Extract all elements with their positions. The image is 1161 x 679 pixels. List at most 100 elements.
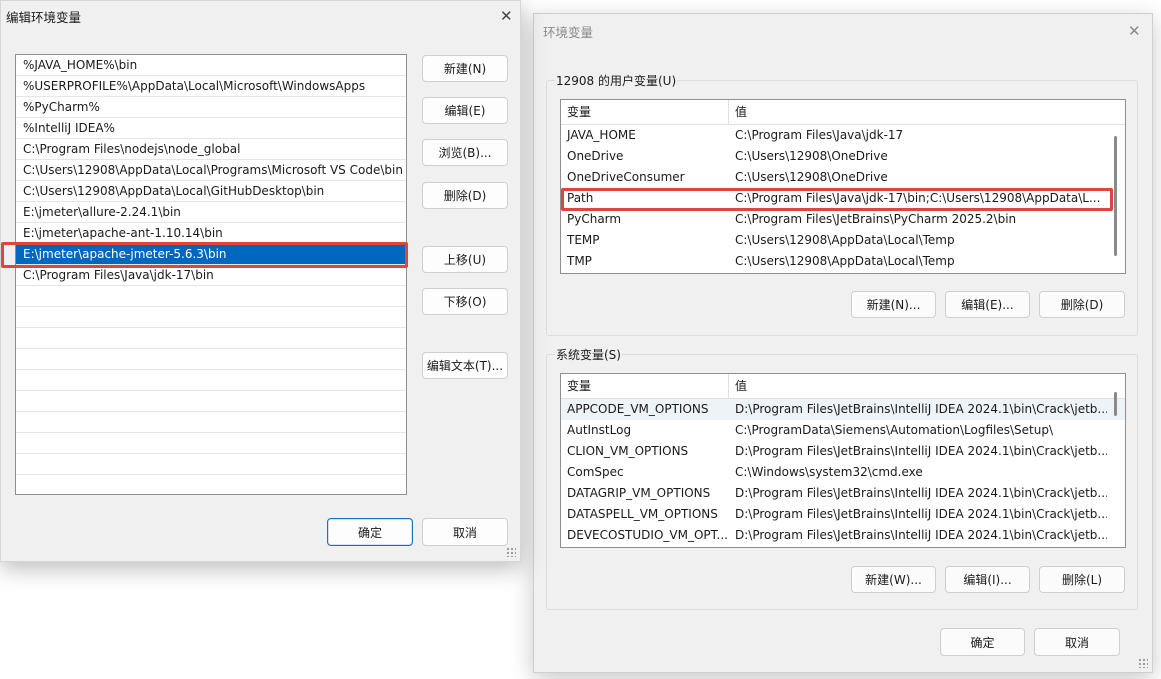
ok-button[interactable]: 确定	[940, 628, 1025, 656]
resize-grip-icon[interactable]	[506, 547, 516, 557]
close-icon[interactable]: ✕	[1128, 24, 1141, 39]
list-item[interactable]: %USERPROFILE%\AppData\Local\Microsoft\Wi…	[16, 76, 406, 97]
column-header-name[interactable]: 变量	[561, 100, 729, 124]
var-value-cell: C:\Users\12908\AppData\Local\Temp	[735, 254, 955, 268]
ok-button[interactable]: 确定	[327, 518, 413, 546]
var-name-cell: DATASPELL_VM_OPTIONS	[567, 507, 718, 521]
column-header-value[interactable]: 值	[729, 100, 747, 124]
table-row[interactable]: DEVECOSTUDIO_VM_OPT... D:\Program Files\J…	[561, 525, 1125, 546]
user-edit-button[interactable]: 编辑(E)...	[945, 291, 1030, 318]
var-name-cell: OneDrive	[567, 149, 624, 163]
table-header: 变量 值	[561, 374, 1125, 399]
var-name-cell: AutInstLog	[567, 423, 632, 437]
var-name-cell: DATAGRIP_VM_OPTIONS	[567, 486, 711, 500]
var-value-cell: D:\Program Files\JetBrains\IntelliJ IDEA…	[735, 528, 1107, 542]
list-item[interactable]	[16, 286, 406, 307]
var-value-cell: C:\Program Files\Java\jdk-17	[735, 128, 904, 142]
var-value-cell: C:\Users\12908\OneDrive	[735, 149, 888, 163]
var-name-cell: CLION_VM_OPTIONS	[567, 444, 689, 458]
scrollbar[interactable]	[1114, 136, 1117, 256]
table-row[interactable]: ComSpec C:\Windows\system32\cmd.exe	[561, 462, 1125, 483]
user-delete-button[interactable]: 删除(D)	[1039, 291, 1125, 318]
edit-text-button[interactable]: 编辑文本(T)...	[422, 352, 508, 379]
table-row[interactable]: PyCharm C:\Program Files\JetBrains\PyChar…	[561, 209, 1125, 230]
var-name-cell: TEMP	[567, 233, 600, 247]
table-row[interactable]: DATASPELL_VM_OPTIONS D:\Program Files\Jet…	[561, 504, 1125, 525]
list-item[interactable]	[16, 433, 406, 454]
table-row[interactable]: DATAGRIP_VM_OPTIONS D:\Program Files\JetB…	[561, 483, 1125, 504]
table-row[interactable]: OneDriveConsumer C:\Users\12908\OneDrive	[561, 167, 1125, 188]
system-edit-button[interactable]: 编辑(I)...	[945, 566, 1030, 593]
table-row[interactable]: Path C:\Program Files\Java\jdk-17\bin;C:\…	[561, 188, 1125, 209]
browse-button[interactable]: 浏览(B)...	[422, 139, 508, 166]
system-delete-button[interactable]: 删除(L)	[1039, 566, 1125, 593]
dialog-title: 环境变量	[543, 25, 594, 40]
var-name-cell: PyCharm	[567, 212, 622, 226]
move-up-button[interactable]: 上移(U)	[422, 246, 508, 273]
table-row[interactable]: JAVA_HOME C:\Program Files\Java\jdk-17	[561, 125, 1125, 146]
list-item[interactable]: C:\Program Files\nodejs\node_global	[16, 139, 406, 160]
list-item[interactable]	[16, 412, 406, 433]
var-value-cell: C:\ProgramData\Siemens\Automation\Logfil…	[735, 423, 1054, 437]
close-icon[interactable]: ✕	[500, 9, 513, 24]
list-item[interactable]: %JAVA_HOME%\bin	[16, 55, 406, 76]
var-name-cell: TMP	[567, 254, 592, 268]
edit-button[interactable]: 编辑(E)	[422, 97, 508, 124]
move-down-button[interactable]: 下移(O)	[422, 288, 508, 315]
list-item[interactable]	[16, 328, 406, 349]
table-row[interactable]: APPCODE_VM_OPTIONS D:\Program Files\JetBr…	[561, 399, 1125, 420]
table-row[interactable]: AutInstLog C:\ProgramData\Siemens\Automat…	[561, 420, 1125, 441]
cancel-button[interactable]: 取消	[422, 518, 508, 546]
list-item[interactable]: E:\jmeter\apache-ant-1.10.14\bin	[16, 223, 406, 244]
cancel-button[interactable]: 取消	[1034, 628, 1120, 656]
table-header: 变量 值	[561, 100, 1125, 125]
table-row[interactable]: OneDrive C:\Users\12908\OneDrive	[561, 146, 1125, 167]
list-item[interactable]	[16, 370, 406, 391]
var-value-cell: C:\Users\12908\AppData\Local\Temp	[735, 233, 955, 247]
list-item[interactable]: E:\jmeter\apache-jmeter-5.6.3\bin	[16, 244, 406, 265]
var-value-cell: D:\Program Files\JetBrains\IntelliJ IDEA…	[735, 507, 1107, 521]
table-row[interactable]: TEMP C:\Users\12908\AppData\Local\Temp	[561, 230, 1125, 251]
list-item[interactable]: E:\jmeter\allure-2.24.1\bin	[16, 202, 406, 223]
var-name-cell: Path	[567, 191, 594, 205]
list-item[interactable]	[16, 454, 406, 475]
column-header-value[interactable]: 值	[729, 374, 747, 398]
dialog-title: 编辑环境变量	[6, 10, 82, 25]
var-name-cell: DEVECOSTUDIO_VM_OPT...	[567, 528, 728, 542]
list-item[interactable]	[16, 307, 406, 328]
user-new-button[interactable]: 新建(N)...	[851, 291, 936, 318]
var-value-cell: C:\Users\12908\OneDrive	[735, 170, 888, 184]
var-name-cell: ComSpec	[567, 465, 624, 479]
var-value-cell: D:\Program Files\JetBrains\IntelliJ IDEA…	[735, 402, 1107, 416]
column-header-name[interactable]: 变量	[561, 374, 729, 398]
table-row[interactable]: CLION_VM_OPTIONS D:\Program Files\JetBrai…	[561, 441, 1125, 462]
var-value-cell: C:\Program Files\Java\jdk-17\bin;C:\User…	[735, 191, 1101, 205]
list-item[interactable]: %IntelliJ IDEA%	[16, 118, 406, 139]
list-item[interactable]: C:\Users\12908\AppData\Local\Programs\Mi…	[16, 160, 406, 181]
list-item[interactable]: %PyCharm%	[16, 97, 406, 118]
list-item[interactable]: C:\Program Files\Java\jdk-17\bin	[16, 265, 406, 286]
user-vars-table[interactable]: 变量 值 JAVA_HOME C:\Program Files\Java\jdk-…	[560, 99, 1126, 274]
list-item[interactable]	[16, 391, 406, 412]
var-name-cell: APPCODE_VM_OPTIONS	[567, 402, 709, 416]
new-button[interactable]: 新建(N)	[422, 55, 508, 82]
system-vars-label: 系统变量(S)	[555, 346, 622, 363]
delete-button[interactable]: 删除(D)	[422, 182, 508, 209]
scrollbar[interactable]	[1114, 392, 1117, 416]
edit-env-var-dialog: 编辑环境变量 ✕ %JAVA_HOME%\bin %USERPROFILE%\Ap…	[0, 0, 521, 562]
table-row[interactable]: TMP C:\Users\12908\AppData\Local\Temp	[561, 251, 1125, 272]
resize-grip-icon[interactable]	[1138, 658, 1148, 668]
var-name-cell: OneDriveConsumer	[567, 170, 685, 184]
system-new-button[interactable]: 新建(W)...	[851, 566, 936, 593]
var-value-cell: D:\Program Files\JetBrains\IntelliJ IDEA…	[735, 444, 1107, 458]
var-name-cell: JAVA_HOME	[567, 128, 636, 142]
user-vars-label: 12908 的用户变量(U)	[555, 72, 678, 89]
list-item[interactable]	[16, 349, 406, 370]
var-value-cell: C:\Windows\system32\cmd.exe	[735, 465, 923, 479]
list-item[interactable]: C:\Users\12908\AppData\Local\GitHubDeskt…	[16, 181, 406, 202]
path-list[interactable]: %JAVA_HOME%\bin %USERPROFILE%\AppData\Loc…	[15, 54, 407, 495]
env-vars-dialog: 环境变量 ✕ 12908 的用户变量(U) 变量 值 JAVA_HOME C:\P…	[533, 13, 1153, 673]
list-item[interactable]	[16, 475, 406, 494]
var-value-cell: C:\Program Files\JetBrains\PyCharm 2025.…	[735, 212, 1017, 226]
system-vars-table[interactable]: 变量 值 APPCODE_VM_OPTIONS D:\Program Files\…	[560, 373, 1126, 548]
